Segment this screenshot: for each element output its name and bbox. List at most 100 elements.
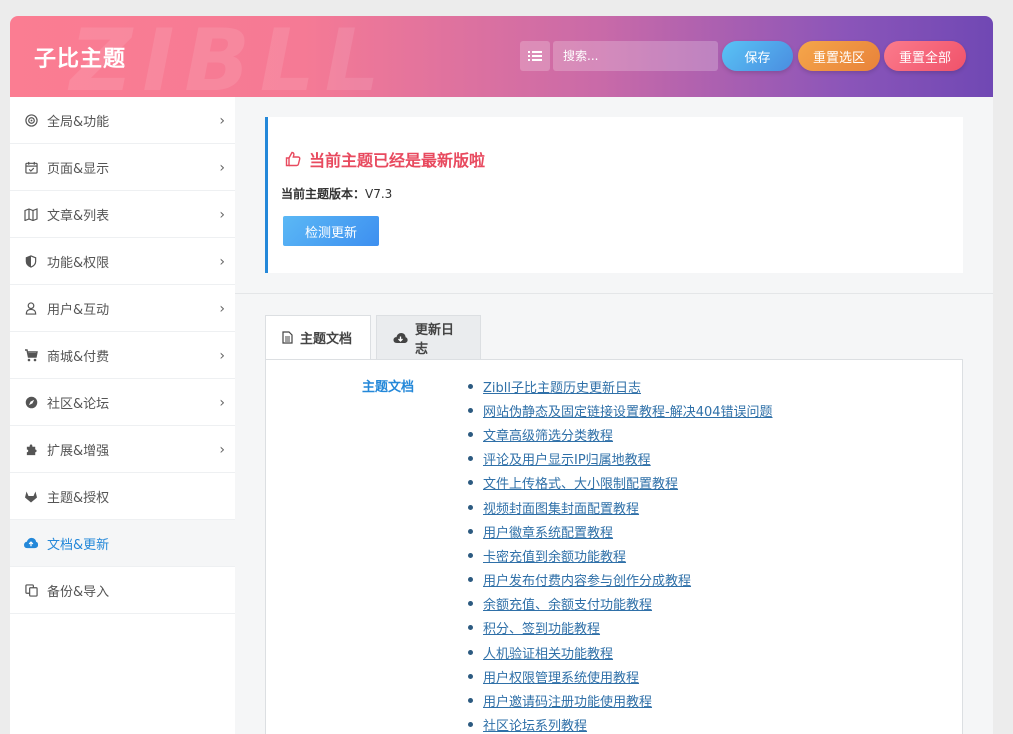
compass-icon <box>24 395 38 409</box>
list-item: 积分、签到功能教程 <box>468 616 773 640</box>
sidebar-item-page[interactable]: 页面&显示 › <box>10 144 235 191</box>
doc-link[interactable]: 卡密充值到余额功能教程 <box>483 546 626 565</box>
list-item: 用户发布付费内容参与创作分成教程 <box>468 568 773 592</box>
save-button[interactable]: 保存 <box>722 41 793 71</box>
shield-icon <box>24 254 38 268</box>
list-item: 用户徽章系统配置教程 <box>468 519 773 543</box>
tab-label: 更新日志 <box>415 322 455 357</box>
version-value: V7.3 <box>365 187 393 201</box>
map-icon <box>24 207 38 221</box>
user-icon <box>24 301 38 315</box>
sidebar-item-community[interactable]: 社区&论坛 › <box>10 379 235 426</box>
search-input[interactable] <box>553 41 718 71</box>
gitlab-icon <box>24 489 38 503</box>
chevron-right-icon: › <box>219 442 225 458</box>
main-content: 当前主题已经是最新版啦 当前主题版本：V7.3 检测更新 主题文档 更新日志 主… <box>235 97 993 734</box>
docs-link-list: Zibll子比主题历史更新日志 网站伪静态及固定链接设置教程-解决404错误问题… <box>468 374 773 734</box>
list-item: 文件上传格式、大小限制配置教程 <box>468 471 773 495</box>
file-icon <box>282 331 293 344</box>
sidebar-item-theme[interactable]: 主题&授权 <box>10 473 235 520</box>
section-divider <box>235 293 993 294</box>
chevron-right-icon: › <box>219 348 225 364</box>
doc-link[interactable]: 积分、签到功能教程 <box>483 618 600 637</box>
list-item: 卡密充值到余额功能教程 <box>468 543 773 567</box>
update-status-card: 当前主题已经是最新版啦 当前主题版本：V7.3 检测更新 <box>265 117 963 273</box>
doc-tabs: 主题文档 更新日志 <box>265 315 486 360</box>
cart-icon <box>24 348 38 362</box>
sidebar-item-shop[interactable]: 商城&付费 › <box>10 332 235 379</box>
list-item: 用户邀请码注册功能使用教程 <box>468 688 773 712</box>
sidebar-item-label: 页面&显示 <box>47 161 110 177</box>
list-item: 用户权限管理系统使用教程 <box>468 664 773 688</box>
theme-version: 当前主题版本：V7.3 <box>281 185 392 202</box>
header-bar: ZIBLL 子比主题 保存 重置选区 重置全部 <box>10 16 993 104</box>
calendar-icon <box>24 160 38 174</box>
doc-link[interactable]: 用户发布付费内容参与创作分成教程 <box>483 570 691 589</box>
chevron-right-icon: › <box>219 254 225 270</box>
tab-theme-docs[interactable]: 主题文档 <box>265 315 371 360</box>
doc-link[interactable]: 用户徽章系统配置教程 <box>483 522 613 541</box>
sidebar-item-label: 文章&列表 <box>47 208 110 224</box>
cloud-download-icon <box>393 332 408 344</box>
tab-panel-docs: 主题文档 Zibll子比主题历史更新日志 网站伪静态及固定链接设置教程-解决40… <box>265 359 963 734</box>
list-item: Zibll子比主题历史更新日志 <box>468 374 773 398</box>
sidebar-item-label: 全局&功能 <box>47 114 110 130</box>
doc-link[interactable]: 人机验证相关功能教程 <box>483 643 613 662</box>
doc-link[interactable]: 社区论坛系列教程 <box>483 715 587 734</box>
doc-link[interactable]: 评论及用户显示IP归属地教程 <box>483 449 651 468</box>
list-item: 人机验证相关功能教程 <box>468 640 773 664</box>
doc-link[interactable]: 文章高级筛选分类教程 <box>483 425 613 444</box>
update-status-text: 当前主题已经是最新版啦 <box>309 151 486 170</box>
target-icon <box>24 113 38 127</box>
check-update-button[interactable]: 检测更新 <box>283 216 379 246</box>
doc-link[interactable]: 余额充值、余额支付功能教程 <box>483 594 652 613</box>
list-item: 网站伪静态及固定链接设置教程-解决404错误问题 <box>468 398 773 422</box>
chevron-right-icon: › <box>219 395 225 411</box>
chevron-right-icon: › <box>219 160 225 176</box>
sidebar-item-label: 功能&权限 <box>47 255 110 271</box>
sidebar-item-extension[interactable]: 扩展&增强 › <box>10 426 235 473</box>
sidebar-item-label: 文档&更新 <box>47 537 110 553</box>
chevron-right-icon: › <box>219 301 225 317</box>
doc-link[interactable]: 用户邀请码注册功能使用教程 <box>483 691 652 710</box>
doc-link[interactable]: Zibll子比主题历史更新日志 <box>483 377 641 396</box>
tab-changelog[interactable]: 更新日志 <box>376 315 481 360</box>
doc-link[interactable]: 用户权限管理系统使用教程 <box>483 667 639 686</box>
chevron-right-icon: › <box>219 207 225 223</box>
list-item: 视频封面图集封面配置教程 <box>468 495 773 519</box>
chevron-right-icon: › <box>219 113 225 129</box>
sidebar-item-docs[interactable]: 文档&更新 <box>10 520 235 567</box>
sidebar-item-label: 备份&导入 <box>47 584 110 600</box>
doc-link[interactable]: 网站伪静态及固定链接设置教程-解决404错误问题 <box>483 401 773 420</box>
thumbs-up-icon <box>285 151 301 167</box>
list-item: 评论及用户显示IP归属地教程 <box>468 447 773 471</box>
menu-list-icon[interactable] <box>520 41 550 71</box>
settings-window: ZIBLL 子比主题 保存 重置选区 重置全部 全局&功能 › 页面&显示 › … <box>10 16 993 734</box>
copy-icon <box>24 583 38 597</box>
reset-section-button[interactable]: 重置选区 <box>798 41 880 71</box>
doc-link[interactable]: 文件上传格式、大小限制配置教程 <box>483 473 678 492</box>
list-item: 社区论坛系列教程 <box>468 713 773 734</box>
tab-label: 主题文档 <box>300 332 353 347</box>
sidebar: 全局&功能 › 页面&显示 › 文章&列表 › 功能&权限 › 用户&互动 › … <box>10 97 235 734</box>
version-label: 当前主题版本： <box>281 187 366 201</box>
brand-title: 子比主题 <box>34 47 127 72</box>
sidebar-item-global[interactable]: 全局&功能 › <box>10 97 235 144</box>
reset-all-button[interactable]: 重置全部 <box>884 41 966 71</box>
sidebar-item-label: 扩展&增强 <box>47 443 110 459</box>
sidebar-item-article[interactable]: 文章&列表 › <box>10 191 235 238</box>
list-item: 余额充值、余额支付功能教程 <box>468 592 773 616</box>
sidebar-item-label: 用户&互动 <box>47 302 110 318</box>
sidebar-item-label: 商城&付费 <box>47 349 110 365</box>
sidebar-item-backup[interactable]: 备份&导入 <box>10 567 235 614</box>
list-item: 文章高级筛选分类教程 <box>468 422 773 446</box>
cloud-upload-icon <box>24 536 38 550</box>
doc-link[interactable]: 视频封面图集封面配置教程 <box>483 498 639 517</box>
sidebar-item-label: 社区&论坛 <box>47 396 110 412</box>
docs-section-label: 主题文档 <box>362 380 415 395</box>
sidebar-item-label: 主题&授权 <box>47 490 110 506</box>
sidebar-item-user[interactable]: 用户&互动 › <box>10 285 235 332</box>
update-status-title: 当前主题已经是最新版啦 <box>285 147 485 171</box>
puzzle-icon <box>24 442 38 456</box>
sidebar-item-function[interactable]: 功能&权限 › <box>10 238 235 285</box>
